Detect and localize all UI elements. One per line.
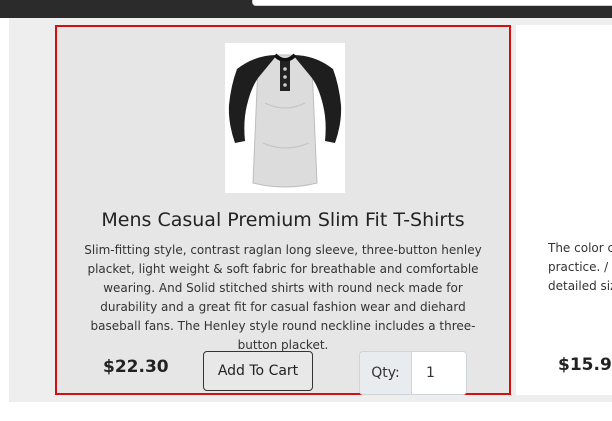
product-price: $15.99 — [558, 355, 612, 375]
qty-label: Qty: — [359, 351, 411, 395]
product-image[interactable] — [225, 43, 345, 193]
description-line: The color c — [548, 241, 612, 255]
top-navbar — [0, 0, 612, 18]
quantity-input-group: Qty: 1 — [359, 351, 467, 395]
product-description: Slim-fitting style, contrast raglan long… — [84, 243, 482, 352]
product-description: The color c practice. / detailed siz — [548, 239, 612, 296]
product-card-partial: The color c practice. / detailed siz $15… — [516, 25, 612, 395]
product-card: Mens Casual Premium Slim Fit T-Shirts Sl… — [55, 25, 511, 395]
henley-raglan-shirt-image — [228, 53, 342, 188]
product-title: Mens Casual Premium Slim Fit T-Shirts — [101, 209, 465, 231]
description-line: practice. / — [548, 260, 609, 274]
add-to-cart-button[interactable]: Add To Cart — [203, 351, 313, 391]
page-footer-gap — [0, 402, 612, 421]
qty-input[interactable]: 1 — [411, 351, 467, 395]
product-price: $22.30 — [103, 357, 169, 377]
search-input[interactable] — [252, 0, 612, 6]
description-line: detailed siz — [548, 279, 612, 293]
